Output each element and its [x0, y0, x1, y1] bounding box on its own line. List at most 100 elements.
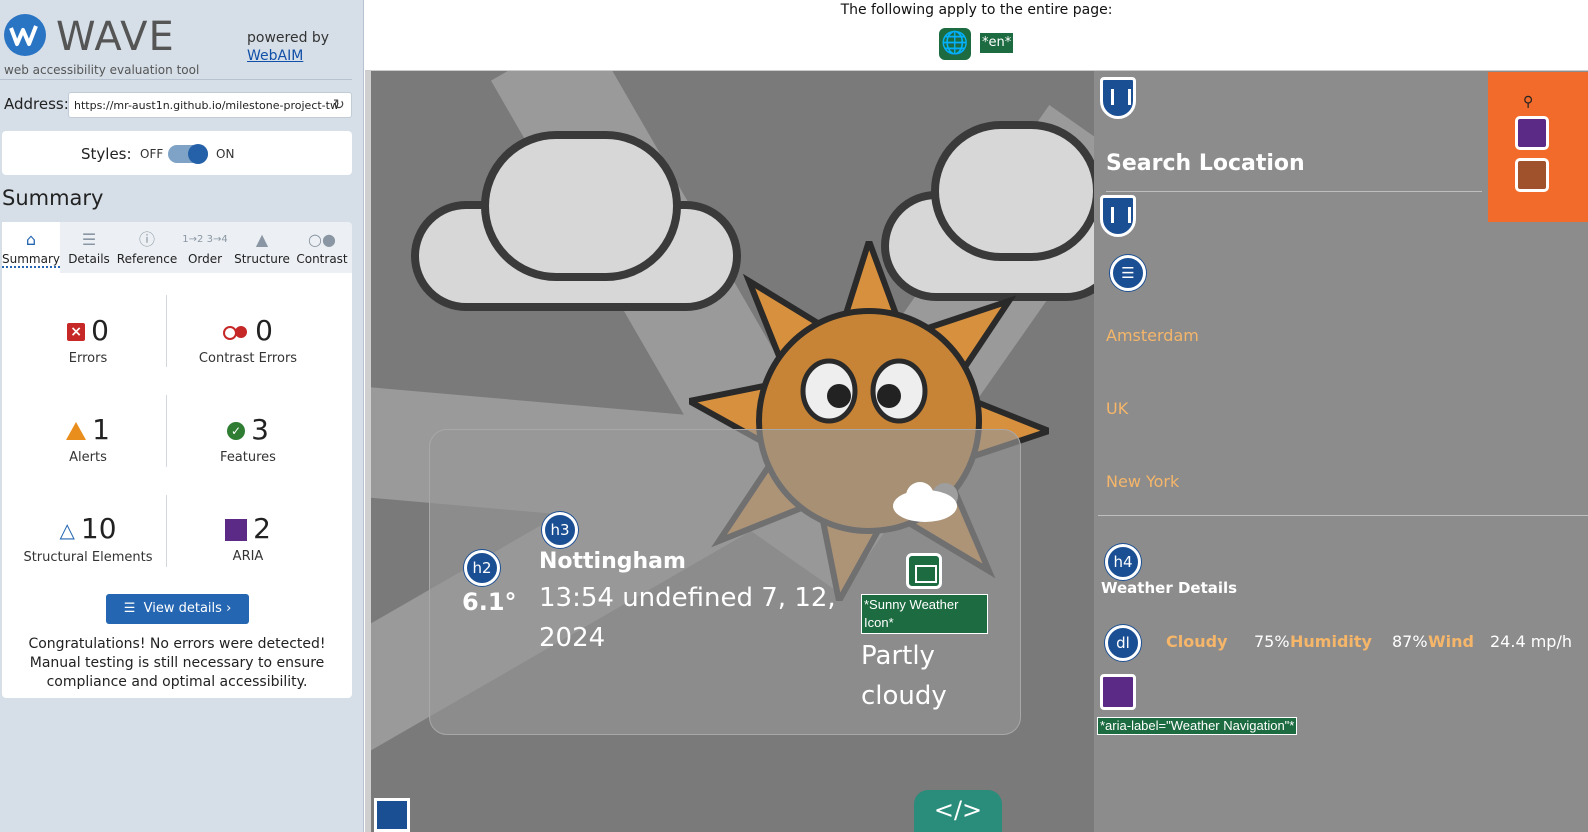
contrast-icon: ○●	[308, 230, 336, 249]
image-feature-icon[interactable]	[906, 553, 942, 589]
stat-aria[interactable]: 2 ARIA	[168, 511, 328, 564]
dl-badge[interactable]: dl	[1105, 625, 1141, 661]
search-location-title: Search Location	[1106, 151, 1305, 176]
error-icon: ×	[67, 323, 86, 341]
wave-logo-text: WAVE	[56, 14, 175, 60]
date-time: 13:54 undefined 7, 12, 2024	[539, 583, 836, 653]
styles-on-label: ON	[216, 147, 235, 161]
stat-errors[interactable]: × 0 Errors	[8, 313, 168, 366]
alerts-label: Alerts	[69, 450, 107, 465]
styles-label: Styles:	[81, 145, 132, 163]
weather-condition: Partly cloudy	[861, 641, 947, 711]
structural-label: Structural Elements	[23, 550, 153, 565]
tab-reference[interactable]: ⓘ Reference	[116, 222, 178, 273]
refresh-icon[interactable]: ↻	[333, 97, 349, 113]
city-name: Nottingham	[539, 549, 686, 574]
temperature: 6.1°	[462, 588, 517, 616]
summary-panel: × 0 Errors 0 Contrast Errors 1 Alerts ✓ 3 …	[2, 273, 352, 698]
search-icon[interactable]: ⚲	[1523, 94, 1533, 110]
styles-off-label: OFF	[140, 147, 164, 161]
structure-icon: ▲	[255, 230, 269, 249]
cloud-illustration	[931, 121, 1094, 261]
powered-by: powered by WebAIM	[247, 29, 329, 65]
errors-label: Errors	[68, 351, 108, 366]
contrast-error-icon	[223, 325, 249, 340]
detail-label-humidity: Humidity	[1290, 632, 1372, 651]
styles-toggle[interactable]	[168, 144, 208, 164]
features-count: 3	[251, 413, 269, 446]
wave-tagline: web accessibility evaluation tool	[4, 63, 200, 77]
page-background: h2 6.1° h3 Nottingham 13:54 undefined 7,…	[365, 71, 1094, 832]
wave-logo-icon	[4, 14, 46, 56]
address-input[interactable]: https://mr-aust1n.github.io/milestone-pr…	[68, 92, 352, 118]
contrast-errors-count: 0	[255, 314, 273, 347]
tab-summary[interactable]: ⌂ Summary	[2, 222, 60, 273]
city-link-uk[interactable]: UK	[1106, 399, 1128, 418]
tab-contrast-label: Contrast	[296, 252, 348, 266]
image-alt-tag: *Sunny Weather Icon*	[861, 594, 988, 634]
wave-sidebar: WAVE web accessibility evaluation tool p…	[0, 0, 364, 832]
code-toggle-tab[interactable]: </>	[914, 790, 1002, 832]
cloud-illustration	[481, 131, 681, 281]
view-details-label: View details ›	[143, 601, 232, 616]
view-details-button[interactable]: ☰ View details ›	[106, 594, 249, 624]
detail-label-wind: Wind	[1428, 632, 1474, 651]
aria-tag-icon[interactable]	[1100, 674, 1136, 710]
styles-toggle-box: Styles: OFF ON	[2, 131, 352, 175]
page-notice-bar: The following apply to the entire page: …	[365, 0, 1588, 71]
city-link-amsterdam[interactable]: Amsterdam	[1106, 326, 1199, 345]
aria-cube-icon	[225, 519, 248, 541]
home-icon: ⌂	[25, 230, 37, 249]
congrats-message: Congratulations! No errors were detected…	[28, 636, 326, 690]
divider	[1098, 515, 1588, 516]
detail-label-cloudy: Cloudy	[1166, 632, 1228, 651]
h2-badge[interactable]: h2	[464, 550, 500, 586]
list-badge[interactable]: ☰	[1110, 255, 1146, 291]
alert-hint-icon[interactable]	[1515, 158, 1549, 192]
language-tag: *en*	[980, 33, 1014, 53]
nav-region-icon[interactable]	[1100, 195, 1136, 237]
tab-details-label: Details	[68, 252, 110, 266]
toggle-knob	[188, 144, 208, 164]
close-dialog-icon[interactable]	[1515, 116, 1549, 150]
wave-tabs: ⌂ Summary ☰ Details ⓘ Reference 1→2 3→4 …	[2, 222, 352, 273]
tab-structure[interactable]: ▲ Structure	[232, 222, 292, 273]
detail-value-wind: 24.4 mp/h	[1490, 632, 1572, 651]
structure-icon: △	[59, 518, 75, 542]
aria-count: 2	[253, 512, 271, 545]
features-label: Features	[220, 450, 276, 465]
stat-structural[interactable]: △ 10 Structural Elements	[8, 511, 168, 565]
h3-badge[interactable]: h3	[542, 512, 578, 548]
stat-features[interactable]: ✓ 3 Features	[168, 412, 328, 465]
detail-value-cloudy: 75%	[1254, 632, 1290, 651]
tab-details[interactable]: ☰ Details	[62, 222, 116, 273]
detail-value-humidity: 87%	[1392, 632, 1428, 651]
powered-by-text: powered by	[247, 30, 330, 46]
page-notice-text: The following apply to the entire page:	[840, 2, 1113, 18]
h4-badge[interactable]: h4	[1105, 544, 1141, 580]
order-icon: 1→2 3→4	[182, 234, 228, 245]
aria-label: ARIA	[232, 549, 264, 564]
alert-icon	[66, 422, 87, 440]
weather-card: h2 6.1° h3 Nottingham 13:54 undefined 7,…	[429, 429, 1021, 735]
webaim-link[interactable]: WebAIM	[247, 47, 329, 65]
info-icon: ⓘ	[138, 230, 155, 249]
region-icon[interactable]	[374, 798, 410, 832]
divider	[1106, 191, 1482, 192]
wave-header: WAVE web accessibility evaluation tool p…	[0, 10, 352, 80]
stat-contrast-errors[interactable]: 0 Contrast Errors	[168, 313, 328, 366]
aria-label-tag: *aria-label="Weather Navigation"*	[1097, 717, 1298, 735]
tab-contrast[interactable]: ○● Contrast	[294, 222, 350, 273]
address-label: Address:	[4, 95, 69, 113]
errors-count: 0	[91, 314, 109, 347]
tab-order[interactable]: 1→2 3→4 Order	[180, 222, 230, 273]
aside-region-icon[interactable]	[1100, 77, 1136, 119]
city-link-new-york[interactable]: New York	[1106, 472, 1179, 491]
weather-details-title: Weather Details	[1101, 579, 1238, 597]
list-icon: ☰	[81, 230, 97, 249]
contrast-errors-label: Contrast Errors	[198, 351, 298, 366]
stat-alerts[interactable]: 1 Alerts	[8, 412, 168, 465]
alerts-count: 1	[92, 413, 110, 446]
language-globe-icon[interactable]: 🌐	[939, 28, 971, 60]
tab-reference-label: Reference	[116, 252, 178, 266]
